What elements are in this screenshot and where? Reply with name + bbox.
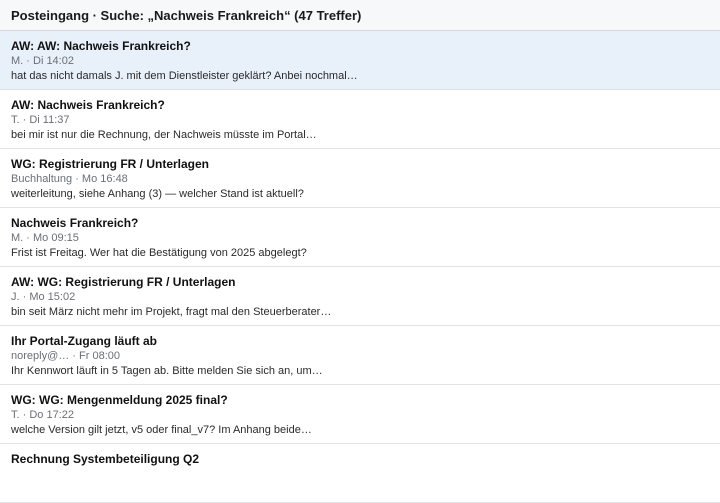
message-sender-date: Buchhaltung · Mo 16:48 <box>11 173 128 185</box>
message-preview: hat das nicht damals J. mit dem Dienstle… <box>11 70 358 82</box>
message-sender-date: M. · Mo 09:15 <box>11 232 79 244</box>
message-item-8[interactable]: Rechnung Systembeteiligung Q2 <box>0 444 720 503</box>
message-sender-date: T. · Do 17:22 <box>11 409 74 421</box>
message-subject: WG: Registrierung FR / Unterlagen <box>11 157 210 171</box>
message-item-5[interactable]: AW: WG: Registrierung FR / Unterlagen J.… <box>0 267 720 326</box>
message-item-6[interactable]: Ihr Portal-Zugang läuft ab noreply@… · F… <box>0 326 720 385</box>
message-sender-date: J. · Mo 15:02 <box>11 291 76 303</box>
message-item-1[interactable]: AW: AW: Nachweis Frankreich? M. · Di 14:… <box>0 31 720 90</box>
message-preview: bin seit März nicht mehr im Projekt, fra… <box>11 306 332 318</box>
message-list: AW: AW: Nachweis Frankreich? M. · Di 14:… <box>0 31 720 503</box>
search-results-header: Posteingang · Suche: „Nachweis Frankreic… <box>0 0 720 31</box>
message-sender-date: M. · Di 14:02 <box>11 55 74 67</box>
message-subject: AW: Nachweis Frankreich? <box>11 98 165 112</box>
message-subject: Ihr Portal-Zugang läuft ab <box>11 334 157 348</box>
message-preview: welche Version gilt jetzt, v5 oder final… <box>11 424 312 436</box>
message-preview: Frist ist Freitag. Wer hat die Bestätigu… <box>11 247 307 259</box>
message-item-4[interactable]: Nachweis Frankreich? M. · Mo 09:15 Frist… <box>0 208 720 267</box>
message-preview: weiterleitung, siehe Anhang (3) — welche… <box>11 188 304 200</box>
message-sender-date: noreply@… · Fr 08:00 <box>11 350 120 362</box>
message-subject: Rechnung Systembeteiligung Q2 <box>11 452 200 466</box>
message-item-7[interactable]: WG: WG: Mengenmeldung 2025 final? T. · D… <box>0 385 720 444</box>
page-title: Posteingang · Suche: „Nachweis Frankreic… <box>11 7 362 23</box>
message-preview: Ihr Kennwort läuft in 5 Tagen ab. Bitte … <box>11 365 323 377</box>
message-item-3[interactable]: WG: Registrierung FR / Unterlagen Buchha… <box>0 149 720 208</box>
message-item-2[interactable]: AW: Nachweis Frankreich? T. · Di 11:37 b… <box>0 90 720 149</box>
message-subject: AW: WG: Registrierung FR / Unterlagen <box>11 275 236 289</box>
message-sender-date: T. · Di 11:37 <box>11 114 70 126</box>
message-preview: bei mir ist nur die Rechnung, der Nachwe… <box>11 129 317 141</box>
message-subject: Nachweis Frankreich? <box>11 216 139 230</box>
message-subject: AW: AW: Nachweis Frankreich? <box>11 39 191 53</box>
message-subject: WG: WG: Mengenmeldung 2025 final? <box>11 393 228 407</box>
